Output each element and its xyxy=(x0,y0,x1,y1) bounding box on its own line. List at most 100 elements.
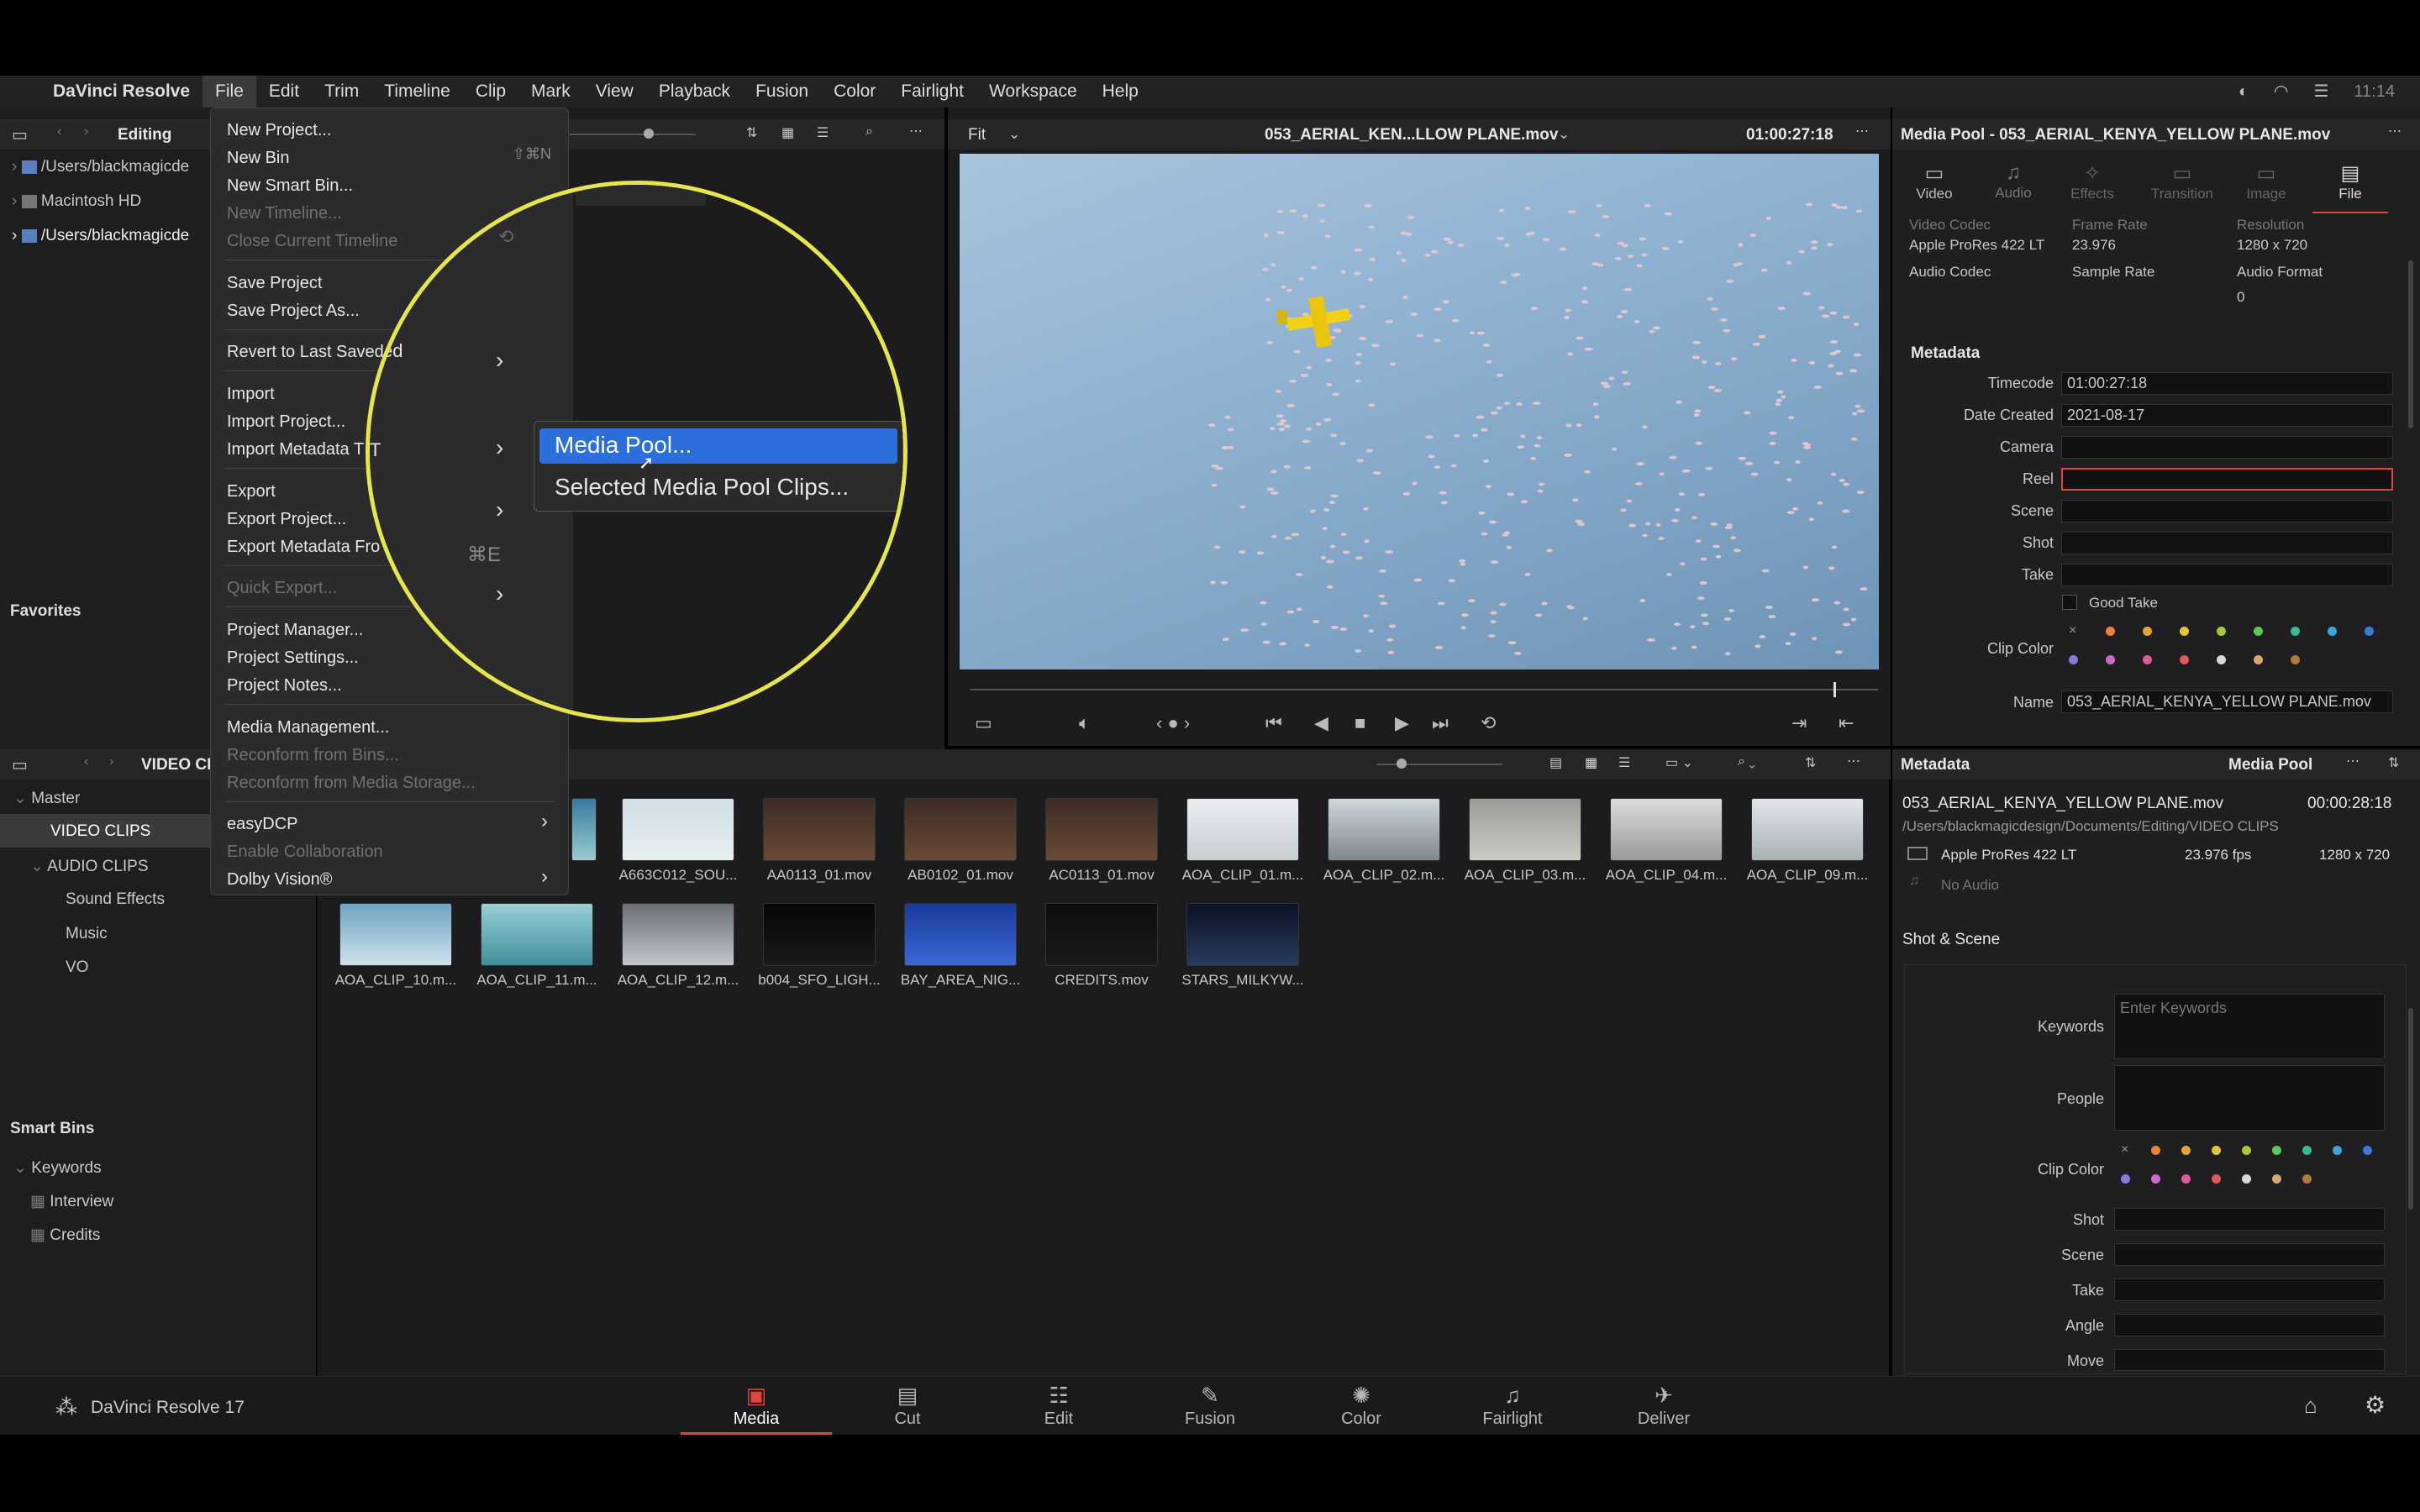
clip-thumbnail[interactable] xyxy=(1610,798,1723,861)
sync-icon[interactable]: ◐ xyxy=(2238,76,2249,108)
skip-start-icon[interactable]: ⏮︎ xyxy=(1265,712,1282,734)
file-menu-item[interactable]: Save Project As... xyxy=(227,298,360,323)
viewer-clip-name[interactable]: 053_AERIAL_KEN...LLOW PLANE.mov xyxy=(1265,126,1558,144)
menu-help[interactable]: Help xyxy=(1090,76,1151,108)
color-swatch[interactable] xyxy=(2121,1174,2130,1184)
search-icon[interactable]: ⌕ xyxy=(865,124,873,139)
good-take-checkbox[interactable] xyxy=(2062,595,2077,610)
clip-thumbnail[interactable] xyxy=(904,798,1017,861)
grid-view-icon[interactable]: ▦ xyxy=(781,124,794,141)
date-created-field[interactable]: 2021-08-17 xyxy=(2061,404,2393,427)
page-edit[interactable]: ☷ Edit xyxy=(983,1378,1134,1435)
menu-workspace[interactable]: Workspace xyxy=(976,76,1090,108)
color-swatch[interactable] xyxy=(2291,627,2300,636)
zoom-knob[interactable] xyxy=(1397,759,1407,769)
fit-dropdown[interactable]: Fit xyxy=(968,126,986,144)
file-menu-item[interactable]: Import xyxy=(227,381,275,407)
color-swatch[interactable] xyxy=(2151,1146,2160,1155)
color-swatch[interactable] xyxy=(2242,1146,2251,1155)
menu-fusion[interactable]: Fusion xyxy=(743,76,821,108)
file-menu-item[interactable]: Revert to Last Saved xyxy=(227,339,384,365)
viewer-image[interactable] xyxy=(960,154,1879,669)
color-swatch[interactable] xyxy=(2143,627,2152,636)
skip-end-icon[interactable]: ⏭︎ xyxy=(1432,712,1449,734)
menu-timeline[interactable]: Timeline xyxy=(371,76,463,108)
name-field[interactable]: 053_AERIAL_KENYA_YELLOW PLANE.mov xyxy=(2061,690,2393,713)
gear-icon[interactable]: ⚙ xyxy=(2365,1391,2386,1419)
color-swatch[interactable] xyxy=(2212,1174,2221,1184)
color-swatch[interactable] xyxy=(2254,655,2263,664)
menu-view[interactable]: View xyxy=(583,76,646,108)
submenu-selected-clips[interactable]: Selected Media Pool Clips... xyxy=(555,474,849,501)
file-menu-item[interactable]: Import Metadata T xyxy=(227,437,364,462)
control-center-icon[interactable]: ☰ xyxy=(2313,76,2328,108)
camera-field[interactable] xyxy=(2061,436,2393,459)
clip-thumbnail[interactable] xyxy=(622,798,734,861)
page-fusion[interactable]: ✎ Fusion xyxy=(1134,1378,1286,1435)
loop-icon[interactable]: ⟲ xyxy=(1481,712,1496,734)
bin-audio-clips[interactable]: ⌄ AUDIO CLIPS xyxy=(30,857,149,876)
clip-thumbnail[interactable] xyxy=(571,798,597,861)
color-swatch[interactable] xyxy=(2217,655,2226,664)
angle-field[interactable] xyxy=(2114,1314,2385,1336)
clip-thumbnail[interactable] xyxy=(339,903,452,966)
file-menu-item[interactable]: Project Settings... xyxy=(227,645,359,670)
file-menu-item[interactable]: New Smart Bin... xyxy=(227,173,353,198)
clip-thumbnail[interactable] xyxy=(904,903,1017,966)
tab-image[interactable]: ▭ Image xyxy=(2228,161,2304,202)
file-menu-item[interactable]: Save Project xyxy=(227,270,322,296)
menu-color[interactable]: Color xyxy=(821,76,888,108)
clip-size-icon[interactable]: ▭ ⌄ xyxy=(1665,754,1693,771)
more-icon[interactable]: ⋯ xyxy=(2346,753,2360,769)
file-menu-item[interactable]: Project Notes... xyxy=(227,673,342,698)
color-swatch[interactable] xyxy=(2242,1174,2251,1184)
color-swatch[interactable] xyxy=(2143,655,2152,664)
page-deliver[interactable]: ✈ Deliver xyxy=(1588,1378,1739,1435)
sort-icon[interactable]: ⇅ xyxy=(1805,754,1816,771)
list-view-icon[interactable]: ☰ xyxy=(1618,754,1630,771)
color-swatch[interactable] xyxy=(2291,655,2300,664)
clip-thumbnail[interactable] xyxy=(1045,798,1158,861)
menu-clip[interactable]: Clip xyxy=(463,76,518,108)
mark-out-icon[interactable]: ⇤ xyxy=(1839,712,1854,734)
shot-scene-title[interactable]: Shot & Scene xyxy=(1902,931,2000,949)
more-icon[interactable]: ⋯ xyxy=(909,123,923,139)
forward-icon[interactable]: › xyxy=(84,124,88,139)
sort-icon[interactable]: ⇅ xyxy=(746,124,757,141)
menu-file[interactable]: File xyxy=(203,76,256,108)
people-field[interactable] xyxy=(2114,1065,2385,1131)
menu-edit[interactable]: Edit xyxy=(256,76,312,108)
page-cut[interactable]: ▤ Cut xyxy=(832,1378,983,1435)
zoom-knob[interactable] xyxy=(644,129,654,139)
smart-bin-credits[interactable]: ▦ Credits xyxy=(30,1226,100,1245)
color-swatch[interactable] xyxy=(2181,1146,2191,1155)
take-field[interactable] xyxy=(2061,564,2393,586)
clip-thumbnail[interactable] xyxy=(763,798,876,861)
zoom-slider[interactable] xyxy=(1376,764,1502,765)
color-swatch[interactable] xyxy=(2069,655,2078,664)
clip-thumbnail[interactable] xyxy=(1751,798,1864,861)
file-menu-item[interactable]: Export Project... xyxy=(227,507,346,532)
chevron-down-icon[interactable]: ⌄ xyxy=(1558,126,1570,143)
color-swatch[interactable] xyxy=(2212,1146,2221,1155)
bin-music[interactable]: Music xyxy=(66,925,108,943)
scene-field[interactable] xyxy=(2061,500,2393,522)
menu-mark[interactable]: Mark xyxy=(518,76,583,108)
location-item[interactable]: › Macintosh HD xyxy=(12,192,141,211)
stop-icon[interactable]: ■ xyxy=(1355,712,1365,734)
grid-view-icon[interactable]: ▦ xyxy=(1585,754,1597,771)
tab-transition[interactable]: ▭ Transition xyxy=(2144,161,2220,202)
search-icon[interactable]: ⌕ ⌄ xyxy=(1738,754,1755,769)
clip-thumbnail[interactable] xyxy=(1469,798,1581,861)
clip-thumbnail[interactable] xyxy=(763,903,876,966)
take-field[interactable] xyxy=(2114,1278,2385,1301)
tab-effects[interactable]: ✧ Effects xyxy=(2059,161,2126,202)
color-swatch[interactable] xyxy=(2151,1174,2160,1184)
file-menu-item[interactable]: Project Manager... xyxy=(227,617,363,643)
bin-vo[interactable]: VO xyxy=(66,958,88,977)
tab-video[interactable]: ▭ Video xyxy=(1901,161,1968,202)
chevron-down-icon[interactable]: ⌄ xyxy=(1008,126,1020,143)
clip-color-swatches[interactable]: × xyxy=(2069,623,2388,669)
page-media[interactable]: ▣ Media xyxy=(681,1378,832,1435)
viewer-scrubber[interactable] xyxy=(971,689,1878,690)
